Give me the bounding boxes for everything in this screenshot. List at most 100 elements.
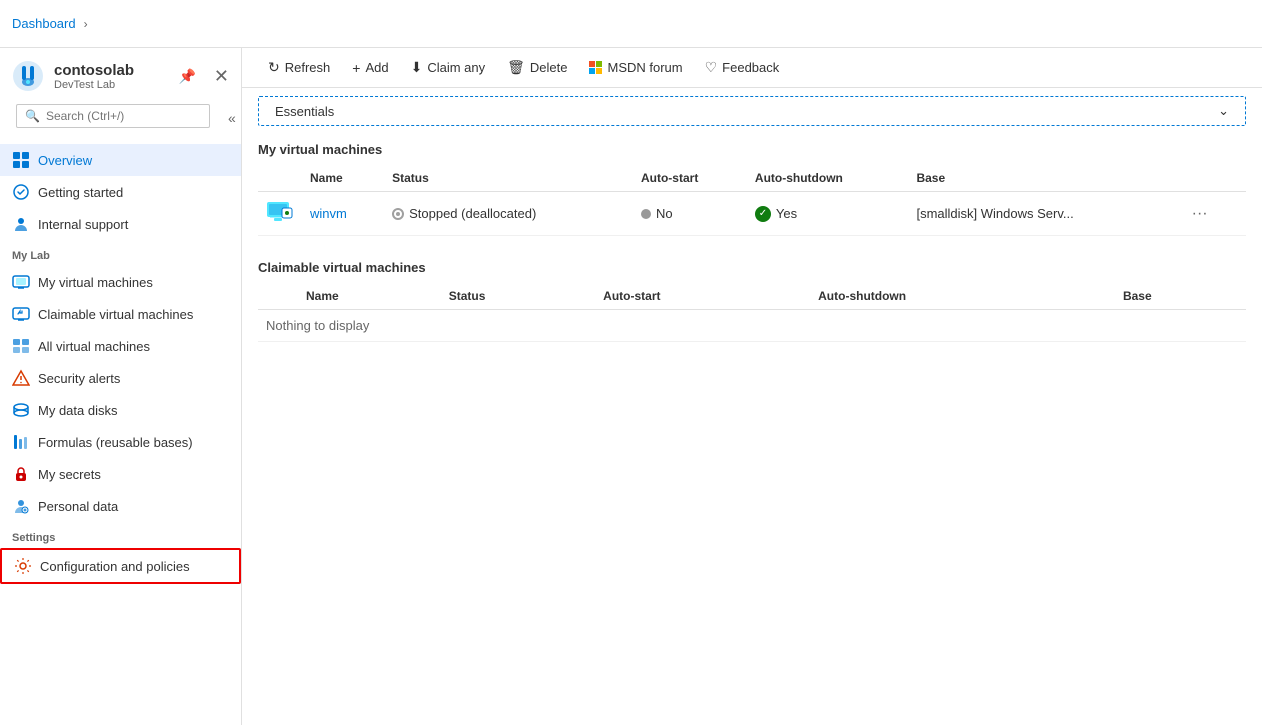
claimable-vms-section-title: Claimable virtual machines	[258, 260, 1246, 275]
sidebar-item-formulas[interactable]: Formulas (reusable bases)	[0, 426, 241, 458]
table-row: winvm Stopped (deallocated) No	[258, 192, 1246, 236]
add-icon: +	[352, 60, 360, 76]
sidebar-item-personal-data[interactable]: Personal data	[0, 490, 241, 522]
sidebar-item-overview[interactable]: Overview	[0, 144, 241, 176]
vm-status: Stopped (deallocated)	[384, 192, 633, 236]
vm-table-icon-col	[258, 165, 302, 192]
sidebar-item-claimable-vms[interactable]: Claimable virtual machines	[0, 298, 241, 330]
sidebar-item-internal-support[interactable]: Internal support	[0, 208, 241, 240]
breadcrumb-chevron: ›	[84, 17, 88, 31]
claimable-col-base: Base	[1115, 283, 1246, 310]
sidebar-item-my-vms[interactable]: My virtual machines	[0, 266, 241, 298]
formulas-icon	[12, 433, 30, 451]
search-input[interactable]	[46, 109, 201, 123]
delete-icon: 🗑	[507, 59, 525, 76]
my-vms-col-base: Base	[908, 165, 1177, 192]
msdn-forum-button[interactable]: MSDN forum	[579, 55, 692, 80]
sidebar-item-my-secrets-label: My secrets	[38, 467, 101, 482]
config-policies-icon	[14, 557, 32, 575]
mylab-section-header: My Lab	[0, 240, 241, 266]
essentials-bar[interactable]: Essentials ⌄	[258, 96, 1246, 126]
sidebar-title: contosolab	[54, 62, 168, 79]
sidebar-item-internal-support-label: Internal support	[38, 217, 128, 232]
msdn-forum-label: MSDN forum	[607, 60, 682, 75]
claimable-table-icon-col	[258, 283, 298, 310]
vm-name[interactable]: winvm	[302, 192, 384, 236]
settings-section-header: Settings	[0, 522, 241, 548]
feedback-button[interactable]: ♡ Feedback	[695, 54, 790, 81]
close-icon[interactable]: ✕	[214, 66, 229, 87]
sidebar-item-my-secrets[interactable]: My secrets	[0, 458, 241, 490]
content-body: My virtual machines Name Status Auto-sta…	[242, 126, 1262, 725]
essentials-label: Essentials	[275, 104, 334, 119]
internal-support-icon	[12, 215, 30, 233]
search-icon: 🔍	[25, 109, 40, 123]
pin-icon[interactable]: 📌	[178, 68, 195, 85]
claimable-col-name: Name	[298, 283, 441, 310]
my-vms-col-autostart: Auto-start	[633, 165, 747, 192]
my-vms-col-autoshutdown: Auto-shutdown	[747, 165, 909, 192]
sidebar-item-all-vms[interactable]: All virtual machines	[0, 330, 241, 362]
status-stopped-icon	[392, 208, 404, 220]
overview-icon	[12, 151, 30, 169]
my-vms-section-title: My virtual machines	[258, 142, 1246, 157]
sidebar-item-my-data-disks[interactable]: My data disks	[0, 394, 241, 426]
vm-more-actions-button[interactable]: ···	[1186, 203, 1214, 225]
claimable-col-status: Status	[441, 283, 595, 310]
claim-any-button[interactable]: ⬇ Claim any	[401, 54, 496, 81]
claimable-col-autoshutdown: Auto-shutdown	[810, 283, 1115, 310]
vm-more-actions-cell: ···	[1178, 192, 1246, 236]
vm-autostart-text: No	[656, 206, 673, 221]
sidebar: contosolab DevTest Lab 📌 ✕ 🔍 «	[0, 48, 242, 725]
sidebar-item-formulas-label: Formulas (reusable bases)	[38, 435, 193, 450]
sidebar-nav: Overview Getting started	[0, 144, 241, 725]
sidebar-search-container: 🔍	[16, 104, 210, 128]
claimable-vms-table: Name Status Auto-start Auto-shutdown Bas…	[258, 283, 1246, 342]
sidebar-item-config-policies-label: Configuration and policies	[40, 559, 190, 574]
delete-button[interactable]: 🗑 Delete	[497, 54, 577, 81]
sidebar-item-personal-data-label: Personal data	[38, 499, 118, 514]
essentials-chevron-icon: ⌄	[1218, 103, 1229, 119]
vm-icon-cell	[258, 192, 302, 236]
content-area: ↻ Refresh + Add ⬇ Claim any 🗑 Delete	[242, 48, 1262, 725]
refresh-icon: ↻	[268, 59, 280, 76]
claimable-empty-text: Nothing to display	[258, 310, 1246, 342]
main-layout: contosolab DevTest Lab 📌 ✕ 🔍 «	[0, 48, 1262, 725]
sidebar-item-config-policies[interactable]: Configuration and policies	[0, 548, 241, 584]
my-vms-col-actions	[1178, 165, 1246, 192]
getting-started-icon	[12, 183, 30, 201]
sidebar-item-getting-started[interactable]: Getting started	[0, 176, 241, 208]
msdn-icon	[589, 61, 602, 74]
claimable-vms-icon	[12, 305, 30, 323]
vm-autostart: No	[633, 192, 747, 236]
sidebar-item-security-alerts[interactable]: Security alerts	[0, 362, 241, 394]
sidebar-title-group: contosolab DevTest Lab	[54, 62, 168, 91]
sidebar-item-claimable-vms-label: Claimable virtual machines	[38, 307, 193, 322]
collapse-sidebar-button[interactable]: «	[222, 108, 242, 128]
feedback-label: Feedback	[722, 60, 779, 75]
vm-base: [smalldisk] Windows Serv...	[908, 192, 1177, 236]
sidebar-item-security-alerts-label: Security alerts	[38, 371, 120, 386]
refresh-label: Refresh	[285, 60, 331, 75]
sidebar-header: contosolab DevTest Lab 📌 ✕	[0, 48, 241, 100]
autostart-no-icon	[641, 209, 651, 219]
vm-autoshutdown-text: Yes	[776, 206, 797, 221]
sidebar-item-getting-started-label: Getting started	[38, 185, 123, 200]
my-vms-icon	[12, 273, 30, 291]
breadcrumb-dashboard[interactable]: Dashboard	[12, 16, 76, 31]
feedback-icon: ♡	[705, 59, 718, 76]
vm-autoshutdown: ✓ Yes	[747, 192, 909, 236]
refresh-button[interactable]: ↻ Refresh	[258, 54, 340, 81]
toolbar: ↻ Refresh + Add ⬇ Claim any 🗑 Delete	[242, 48, 1262, 88]
claimable-col-autostart: Auto-start	[595, 283, 810, 310]
sidebar-item-overview-label: Overview	[38, 153, 92, 168]
my-vms-table: Name Status Auto-start Auto-shutdown Bas…	[258, 165, 1246, 236]
devtest-lab-icon	[12, 60, 44, 92]
delete-label: Delete	[530, 60, 568, 75]
vm-icon	[266, 200, 294, 224]
claim-any-label: Claim any	[427, 60, 485, 75]
top-bar: Dashboard ›	[0, 0, 1262, 48]
add-button[interactable]: + Add	[342, 55, 398, 81]
sidebar-item-all-vms-label: All virtual machines	[38, 339, 150, 354]
sidebar-item-my-vms-label: My virtual machines	[38, 275, 153, 290]
